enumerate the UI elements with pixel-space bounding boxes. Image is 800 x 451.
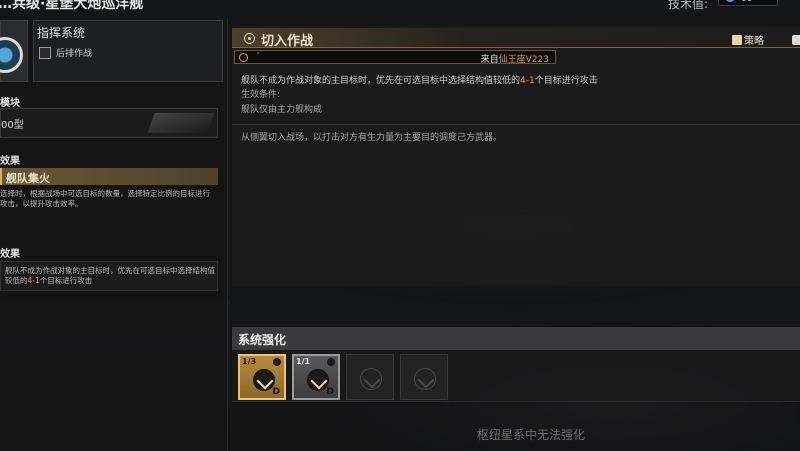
source-bar: ' 来自仙王座V223 <box>234 50 556 65</box>
strategy-icon <box>732 34 742 45</box>
page-title: …兵级·星堡大炮巡洋舰 <box>0 0 144 12</box>
effect2-section-label: 效果 <box>0 249 20 260</box>
tech-value-box: 00 <box>718 0 778 6</box>
side-toggle-button[interactable] <box>792 35 800 45</box>
down-arrow-icon <box>360 368 382 390</box>
enhancement-slot-4[interactable] <box>400 354 448 400</box>
rear-combat-icon <box>39 47 51 59</box>
effect2-card: 舰队不成为作战对象的主目标时，优先在可选目标中选择结构值较低的4-1个目标进行攻… <box>0 261 218 291</box>
upgrade-icon <box>327 358 335 366</box>
condition-label: 生效条件: <box>241 90 281 100</box>
strategy-label: 策略 <box>744 36 764 47</box>
tech-value: 00 <box>741 0 752 4</box>
radar-icon <box>0 37 23 73</box>
slot-count: 1/3 <box>242 357 257 366</box>
enhancement-slots: 1/3 D 1/1 D <box>232 350 800 402</box>
effect-name: 舰队集火 <box>6 172 50 185</box>
effect-description: 选择时，根据战场中可选目标的数量，选择特定比例的目标进行攻击，以提升攻击效率。 <box>0 189 210 208</box>
enhancement-empty-message: 枢纽星系中无法强化 <box>477 428 586 442</box>
enhancement-slot-1[interactable]: 1/3 D <box>238 354 286 400</box>
slot-count: 1/1 <box>296 357 311 366</box>
module-section-label: 模块 <box>0 98 20 109</box>
command-system-title: 指挥系统 <box>37 26 86 40</box>
strategy-button[interactable]: 策略 <box>732 33 764 47</box>
source-mark: ' <box>257 51 260 60</box>
upgrade-icon <box>273 358 281 366</box>
effect-section-label: 效果 <box>0 156 20 167</box>
slot-grade: D <box>326 387 334 397</box>
enhancement-title: 系统强化 <box>238 333 287 347</box>
faction-icon <box>239 53 248 62</box>
module-name: 00型 <box>1 120 24 131</box>
command-system-sublabel: 后排作战 <box>56 49 93 59</box>
enhancement-slot-2[interactable]: 1/1 D <box>292 354 340 400</box>
enhancement-empty-area: 枢纽星系中无法强化 <box>232 402 800 451</box>
tech-icon <box>725 0 735 2</box>
source-text: 来自仙王座V223 <box>480 55 549 65</box>
command-system-icon[interactable] <box>0 20 28 82</box>
enhancement-header: 系统强化 <box>232 327 800 350</box>
shield-icon <box>414 368 436 390</box>
condition-value: 舰队仅由主力舰构成 <box>241 105 323 115</box>
command-system-card[interactable]: 指挥系统 后排作战 <box>33 20 223 82</box>
target-icon <box>244 33 255 44</box>
enhancement-slot-3[interactable] <box>346 354 394 400</box>
slot-grade: D <box>272 387 280 397</box>
module-ship-image <box>147 113 215 133</box>
tab-cut-in[interactable]: 切入作战 策略 <box>232 28 800 49</box>
flavor-text: 从侧翼切入战场，以打击对方有生力量为主要目的调度己方武器。 <box>241 133 503 143</box>
effect-name-bar[interactable]: 舰队集火 <box>0 168 218 185</box>
tech-value-label: 技术值: <box>668 0 709 11</box>
tab-title: 切入作战 <box>261 34 314 49</box>
module-card[interactable]: 00型 <box>0 108 218 138</box>
left-panel: 指挥系统 后排作战 模块 00型 效果 舰队集火 选择时，根据战场中可选目标的数… <box>0 18 228 451</box>
effect-main-description: 舰队不成为作战对象的主目标时，优先在可选目标中选择结构值较低的4-1个目标进行攻… <box>241 76 598 86</box>
divider <box>232 124 800 125</box>
detail-panel: 切入作战 策略 ' 来自仙王座V223 舰队不成为作战对象的主目标时，优先在可选… <box>232 26 800 286</box>
effect2-description: 舰队不成为作战对象的主目标时，优先在可选目标中选择结构值较低的4-1个目标进行攻… <box>5 266 215 285</box>
